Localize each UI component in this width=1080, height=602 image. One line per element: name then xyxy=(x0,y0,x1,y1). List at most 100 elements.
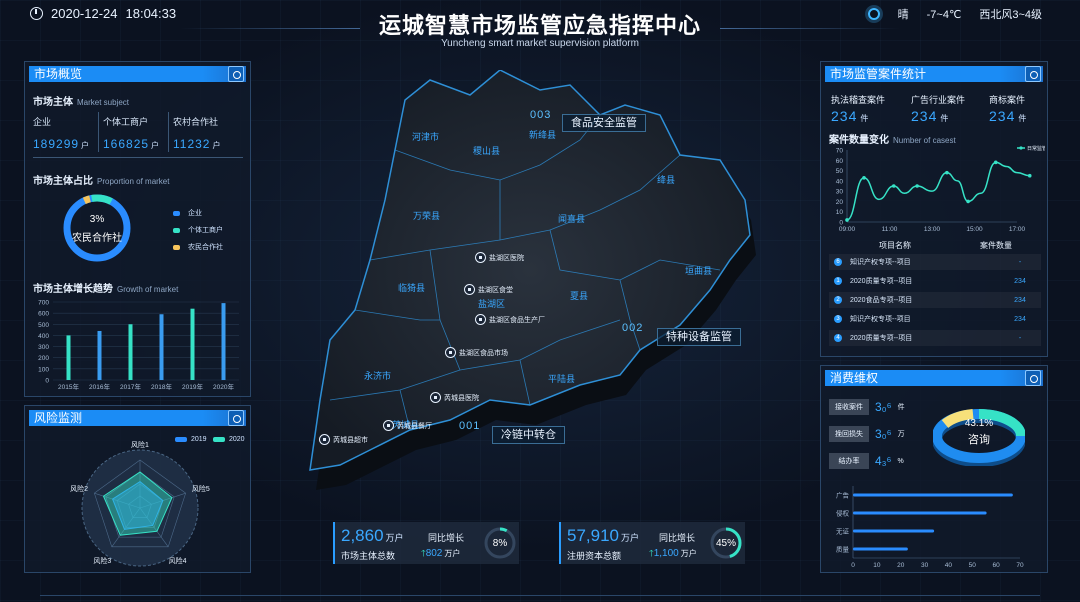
line-point xyxy=(993,160,998,165)
map-region-label[interactable]: 绛县 xyxy=(657,173,675,186)
donut-segment-individual xyxy=(63,194,131,262)
radar-axis-label: 风险4 xyxy=(169,556,187,565)
x-tick-label: 2019年 xyxy=(182,382,203,391)
x-tick-label: 70 xyxy=(1016,562,1024,569)
y-tick-label: 500 xyxy=(38,322,49,329)
x-tick-label: 2016年 xyxy=(89,382,110,391)
y-tick-label: 20 xyxy=(836,199,844,206)
hbar-广告 xyxy=(853,493,1013,497)
table-row[interactable]: 4 2020质量专项--项目 - xyxy=(829,330,1041,346)
row-count: - xyxy=(1018,258,1022,266)
radar-axis-label: 风险3 xyxy=(93,556,111,565)
location-pin-icon xyxy=(383,420,394,431)
map-poi[interactable]: 盐湖区医院 xyxy=(475,252,524,263)
legend-individual: 个体工商户 xyxy=(173,225,223,235)
y-tick-label: 700 xyxy=(38,300,49,307)
wind-text: 西北风3~4级 xyxy=(979,9,1042,21)
y-tick-label: 200 xyxy=(38,355,49,362)
map-region-label[interactable]: 夏县 xyxy=(570,289,588,302)
map-poi[interactable]: 芮城县超市 xyxy=(319,434,368,445)
y-tick-label: 100 xyxy=(38,366,49,373)
panel-settings-icon[interactable] xyxy=(228,410,244,426)
row-name: 2020质量专项--项目 xyxy=(850,335,913,342)
ring-capital-total-text: 45% xyxy=(715,538,736,549)
weather: 晴 -7~4℃ 西北风3~4级 xyxy=(867,6,1042,22)
location-pin-icon xyxy=(445,347,456,358)
map-region-label[interactable]: 稷山县 xyxy=(473,144,500,157)
panel-settings-icon[interactable] xyxy=(1025,370,1041,386)
poi-label: 盐湖区医院 xyxy=(489,254,524,262)
map-poi[interactable]: 芮城县餐厅 xyxy=(383,420,432,431)
map-poi[interactable]: 盐湖区食品生产厂 xyxy=(475,314,545,325)
panel-settings-icon[interactable] xyxy=(1025,66,1041,82)
y-tick-label: 60 xyxy=(836,158,844,165)
line-legend-label: 日常监管数 xyxy=(1027,145,1045,152)
consumer-hbar-chart: 0 10 20 30 40 50 60 70 广告侵权无证质量 xyxy=(836,486,1024,569)
consumer-donut-percent: 43.1% xyxy=(964,418,994,429)
x-tick-label: 15:00 xyxy=(966,226,983,233)
proportion-donut xyxy=(63,194,131,262)
map-poi[interactable]: 盐湖区食品市场 xyxy=(445,347,508,358)
radar-axis-label: 风险1 xyxy=(131,440,149,449)
y-tick-label: 300 xyxy=(38,344,49,351)
market-subject-title: 市场主体 Market subject xyxy=(33,97,130,108)
risk-monitoring-title: 风险监测 xyxy=(34,411,83,425)
map-region-label[interactable]: 万荣县 xyxy=(413,209,440,222)
map-region-label[interactable]: 永济市 xyxy=(364,369,391,382)
bar-2016年 xyxy=(97,330,102,380)
bar-2018年 xyxy=(159,314,164,380)
location-pin-icon xyxy=(464,284,475,295)
location-pin-icon xyxy=(475,252,486,263)
table-row[interactable]: 2 2020食品专项--项目 234 xyxy=(829,292,1041,308)
row-count: 234 xyxy=(1014,315,1026,323)
x-tick-label: 2015年 xyxy=(58,382,79,391)
case-line-chart: 01020304050607009:00 11:00 13:00 15:00 17:00… xyxy=(836,145,1045,233)
row-name: 知识产权专项--项目 xyxy=(850,316,911,323)
x-tick-label: 50 xyxy=(969,562,977,569)
map-poi[interactable]: 芮城县医院 xyxy=(430,392,479,403)
map-region-label[interactable]: 垣曲县 xyxy=(685,264,712,277)
growth-bar-chart: 0 100 200 300 400 500 600 700 2015年 2016年 2017年 201… xyxy=(38,300,239,391)
market-overview-panel: 市场概览 市场主体 Market subject 企业 189299 户 个体工商户… xyxy=(24,61,251,397)
map-region-label[interactable]: 临猗县 xyxy=(398,281,425,294)
poi-label: 盐湖区食品生产厂 xyxy=(489,316,545,324)
consumer-recovered: 挽回损失 3₀⁶ 万 xyxy=(829,426,905,442)
map-region-label[interactable]: 新绛县 xyxy=(529,128,556,141)
map-region-label[interactable]: 盐湖区 xyxy=(478,297,505,310)
callout-label[interactable]: 冷链中转仓 xyxy=(492,426,565,444)
donut-segment-enterprise xyxy=(63,194,131,262)
poi-label: 盐湖区食堂 xyxy=(478,286,513,294)
callout-label[interactable]: 食品安全监管 xyxy=(562,114,646,132)
callout-number: 003 xyxy=(530,109,552,121)
poi-label: 盐湖区食品市场 xyxy=(459,349,508,357)
x-tick-label: 2018年 xyxy=(151,382,172,391)
y-tick-label: 600 xyxy=(38,311,49,318)
hbar-质量 xyxy=(853,547,908,551)
table-row[interactable]: 6 知识产权专项--项目 - xyxy=(829,254,1041,270)
growth-title: 市场主体增长趋势 Growth of market xyxy=(33,284,179,295)
panel-settings-icon[interactable] xyxy=(228,66,244,82)
map-poi[interactable]: 盐湖区食堂 xyxy=(464,284,513,295)
y-tick-label: 30 xyxy=(836,189,844,196)
donut-percent: 3% xyxy=(89,214,105,225)
map-region-label[interactable]: 河津市 xyxy=(412,130,439,143)
risk-monitoring-header: 风险监测 xyxy=(29,410,246,426)
case-table-header: 项目名称 案件数量 xyxy=(879,241,1012,250)
row-count: 234 xyxy=(1014,296,1026,304)
radar-axis-label: 风险2 xyxy=(70,484,88,493)
line-point xyxy=(891,184,896,188)
legend-cooperative: 农民合作社 xyxy=(173,242,223,252)
map-region-label[interactable]: 平陆县 xyxy=(548,372,575,385)
consumer-received: 接收案件 3₀⁶ 件 xyxy=(829,399,905,415)
table-row[interactable]: 1 2020质量专项--项目 234 xyxy=(829,273,1041,289)
weather-text: 晴 xyxy=(897,9,909,21)
case-stats-header: 市场监管案件统计 xyxy=(825,66,1043,82)
row-count: 234 xyxy=(1014,277,1026,285)
bar-2020年 xyxy=(221,303,226,380)
table-row[interactable]: 3 知识产权专项--项目 234 xyxy=(829,311,1041,327)
map-region-label[interactable]: 闻喜县 xyxy=(558,212,585,225)
subject-individual: 个体工商户 166825 户 xyxy=(103,117,161,151)
page-subtitle: Yuncheng smart market supervision platfo… xyxy=(441,38,639,49)
bar-2017年 xyxy=(128,324,133,380)
callout-label[interactable]: 特种设备监管 xyxy=(657,328,741,346)
